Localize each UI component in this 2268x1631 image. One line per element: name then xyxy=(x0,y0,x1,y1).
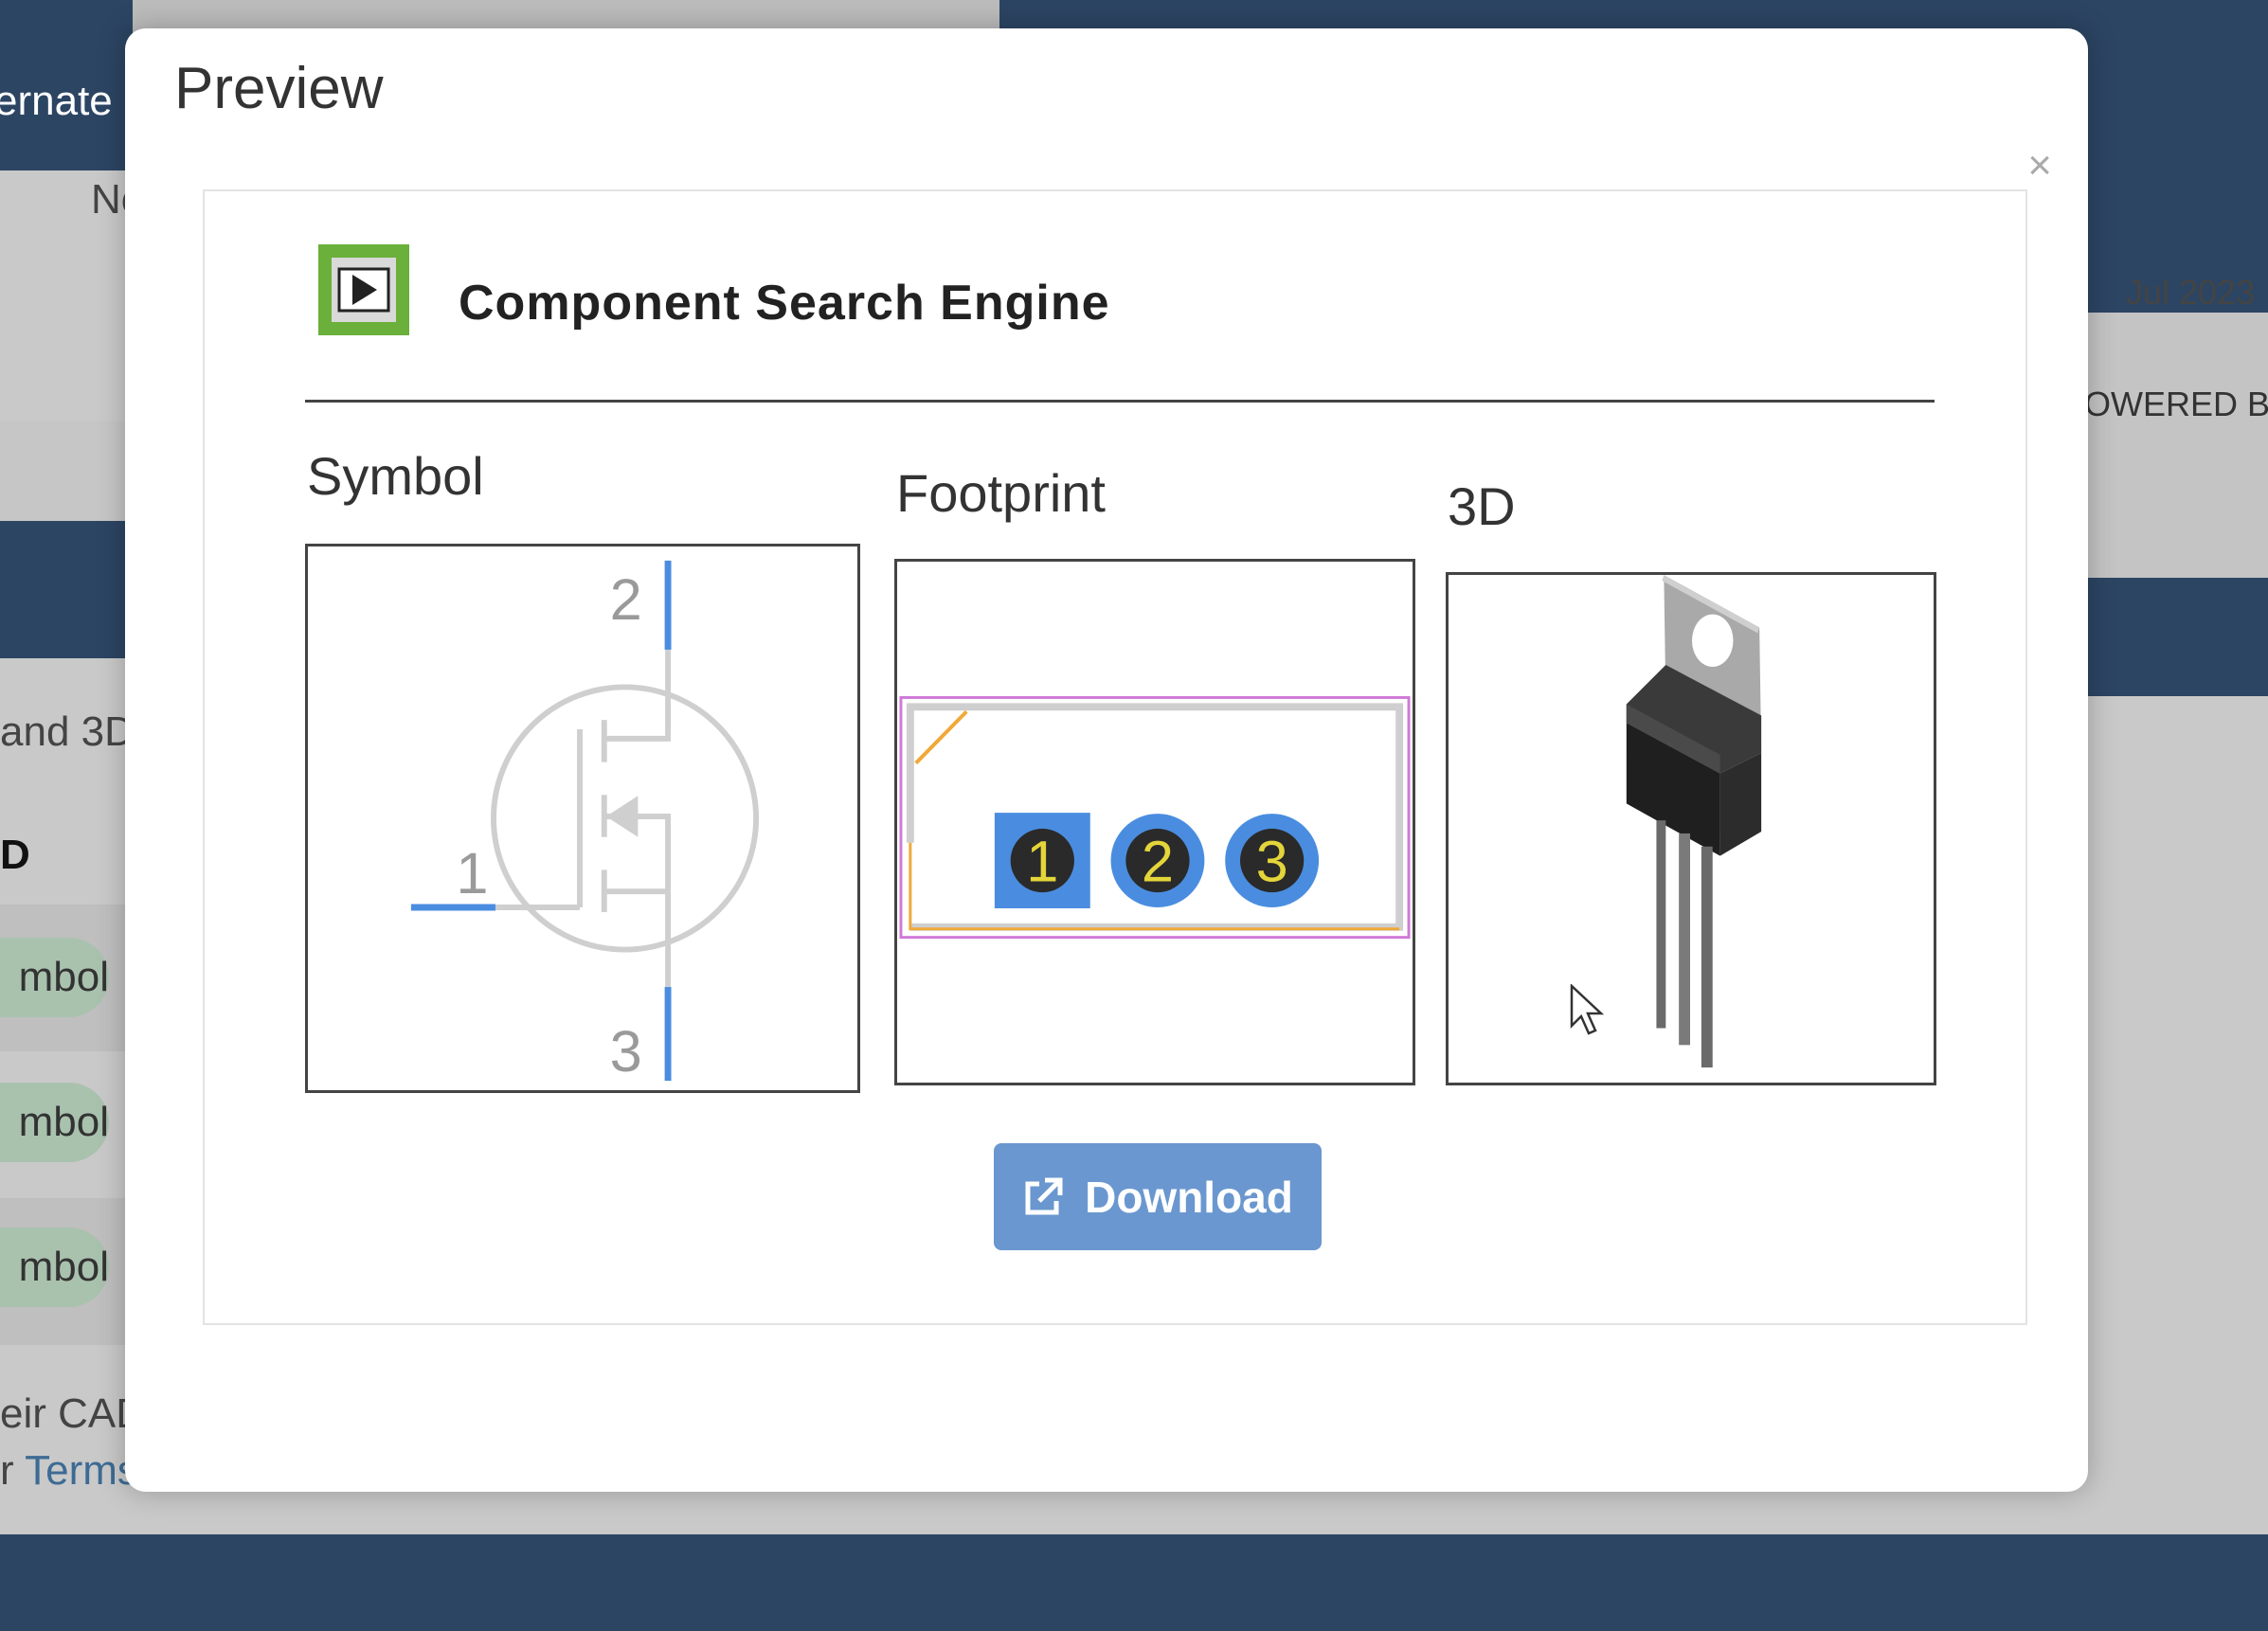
bg-footer-band xyxy=(0,1534,2268,1631)
pad-3-label: 3 xyxy=(1256,828,1288,893)
footprint-heading: Footprint xyxy=(896,463,1106,523)
bg-and-3d-text: and 3D xyxy=(0,708,135,755)
to220-3d-model-icon xyxy=(1626,575,1762,1068)
bg-left-band xyxy=(0,421,133,521)
component-search-engine-logo-icon xyxy=(318,244,409,335)
bg-symbol-pill[interactable]: mbol xyxy=(0,1083,109,1162)
bg-powered-by-text: OWERED BY xyxy=(2084,385,2268,423)
bg-alternate-tab-text: ernate xyxy=(0,78,113,124)
pin-3-label: 3 xyxy=(610,1019,642,1084)
symbol-heading: Symbol xyxy=(307,446,484,506)
modal-title: Preview xyxy=(174,56,384,121)
pin-1-label: 1 xyxy=(456,841,488,906)
brand-name: Component Search Engine xyxy=(459,276,1110,331)
to220-footprint-icon: 1 2 3 xyxy=(899,695,1411,940)
mosfet-symbol-icon: 1 2 3 xyxy=(410,560,760,1084)
footprint-preview[interactable]: 1 2 3 xyxy=(894,559,1415,1085)
symbol-preview[interactable]: 1 2 3 xyxy=(305,544,860,1093)
bg-terms-link[interactable]: Terms xyxy=(25,1447,138,1494)
bg-left-blue-band xyxy=(0,521,133,658)
download-button[interactable]: Download xyxy=(994,1143,1322,1250)
pin-2-label: 2 xyxy=(610,567,642,633)
bg-right-band xyxy=(2084,578,2268,696)
external-link-icon xyxy=(1025,1177,1063,1214)
bg-column-header: D xyxy=(0,832,30,878)
3d-heading: 3D xyxy=(1448,476,1516,536)
logo-chip xyxy=(332,258,396,322)
3d-preview[interactable] xyxy=(1446,572,1936,1085)
brand-divider xyxy=(305,400,1935,403)
bg-terms-line: r Terms xyxy=(0,1447,138,1495)
preview-modal: Preview × Component Search Engine Symbol… xyxy=(125,28,2088,1492)
download-label: Download xyxy=(1085,1172,1293,1222)
pad-1-label: 1 xyxy=(1026,828,1058,893)
close-icon[interactable]: × xyxy=(2027,142,2052,189)
bg-cad-text: eir CAD xyxy=(0,1390,147,1437)
bg-date-text: Jul 2023 xyxy=(2126,273,2256,312)
bg-right-panel xyxy=(2084,313,2268,578)
bg-symbol-pill[interactable]: mbol xyxy=(0,1228,109,1307)
bg-symbol-pill[interactable]: mbol xyxy=(0,938,109,1017)
bg-terms-prefix: r xyxy=(0,1447,14,1494)
play-icon xyxy=(337,267,390,313)
mouse-cursor-icon xyxy=(1570,984,1605,1035)
pad-2-label: 2 xyxy=(1142,828,1174,893)
